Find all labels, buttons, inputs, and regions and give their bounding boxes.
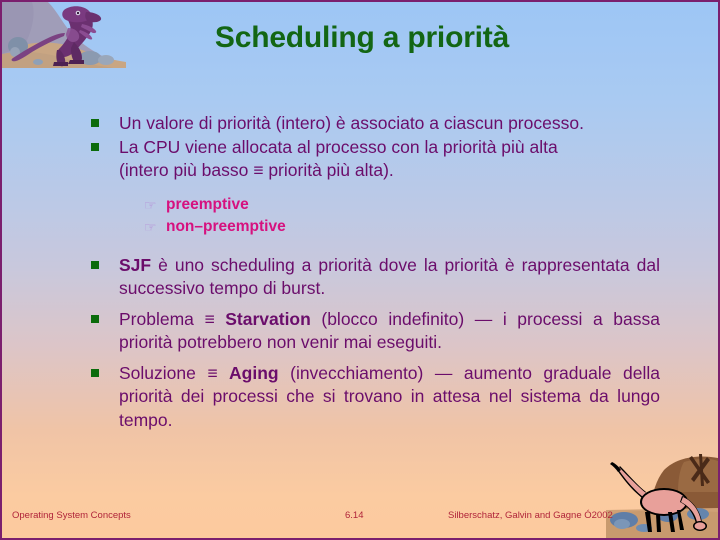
sauropod-illustration-icon bbox=[606, 452, 718, 538]
square-bullet-icon bbox=[91, 260, 99, 269]
bullet-text-prefix: Problema ≡ bbox=[119, 308, 226, 329]
bullet-item-starvation: Problema ≡ Starvation (blocco indefinito… bbox=[90, 308, 660, 355]
bullet-item-cpu-allocation: La CPU viene allocata al processo con la… bbox=[90, 136, 660, 183]
sub-bullet-item-preemptive: ☞ preemptive bbox=[144, 194, 660, 216]
bullet-emphasis-starvation: Starvation bbox=[225, 308, 311, 329]
bullet-text: è uno scheduling a priorità dove la prio… bbox=[119, 254, 660, 299]
footer-book-title: Operating System Concepts bbox=[12, 510, 131, 521]
footer-copyright: Silberschatz, Galvin and Gagne Ó2002 bbox=[448, 510, 613, 521]
square-bullet-icon bbox=[91, 142, 99, 151]
bullet-text-line1: La CPU viene allocata al processo con la… bbox=[119, 136, 558, 157]
square-bullet-icon bbox=[91, 368, 99, 377]
sub-bullet-item-non-preemptive: ☞ non–preemptive bbox=[144, 216, 660, 238]
slide-canvas: Scheduling a priorità Un valore di prior… bbox=[0, 0, 720, 540]
hand-pointer-bullet-icon: ☞ bbox=[144, 218, 157, 235]
slide-footer: Operating System Concepts 6.14 Silbersch… bbox=[2, 510, 718, 524]
bullet-text-line2: (intero più basso ≡ priorità più alta). bbox=[119, 160, 394, 180]
bullet-item-priority-value: Un valore di priorità (intero) è associa… bbox=[90, 112, 660, 136]
hand-pointer-bullet-icon: ☞ bbox=[144, 196, 157, 213]
bullet-item-sjf: SJF è uno scheduling a priorità dove la … bbox=[90, 254, 660, 301]
sub-bullet-text: non–preemptive bbox=[166, 217, 286, 235]
square-bullet-icon bbox=[91, 119, 99, 127]
slide-body: Un valore di priorità (intero) è associa… bbox=[90, 112, 660, 432]
sub-bullet-text: preemptive bbox=[166, 195, 249, 213]
square-bullet-icon bbox=[91, 314, 99, 323]
sub-bullet-list: ☞ preemptive ☞ non–preemptive bbox=[90, 194, 660, 238]
slide-title: Scheduling a priorità bbox=[214, 21, 510, 54]
bullet-item-aging: Soluzione ≡ Aging (invecchiamento) — aum… bbox=[90, 362, 660, 433]
footer-page-number: 6.14 bbox=[345, 510, 364, 521]
bullet-emphasis-aging: Aging bbox=[229, 362, 279, 383]
bullet-text-prefix: Soluzione ≡ bbox=[119, 362, 230, 383]
bullet-text: Un valore di priorità (intero) è associa… bbox=[119, 113, 584, 133]
bullet-emphasis-sjf: SJF bbox=[119, 254, 152, 275]
